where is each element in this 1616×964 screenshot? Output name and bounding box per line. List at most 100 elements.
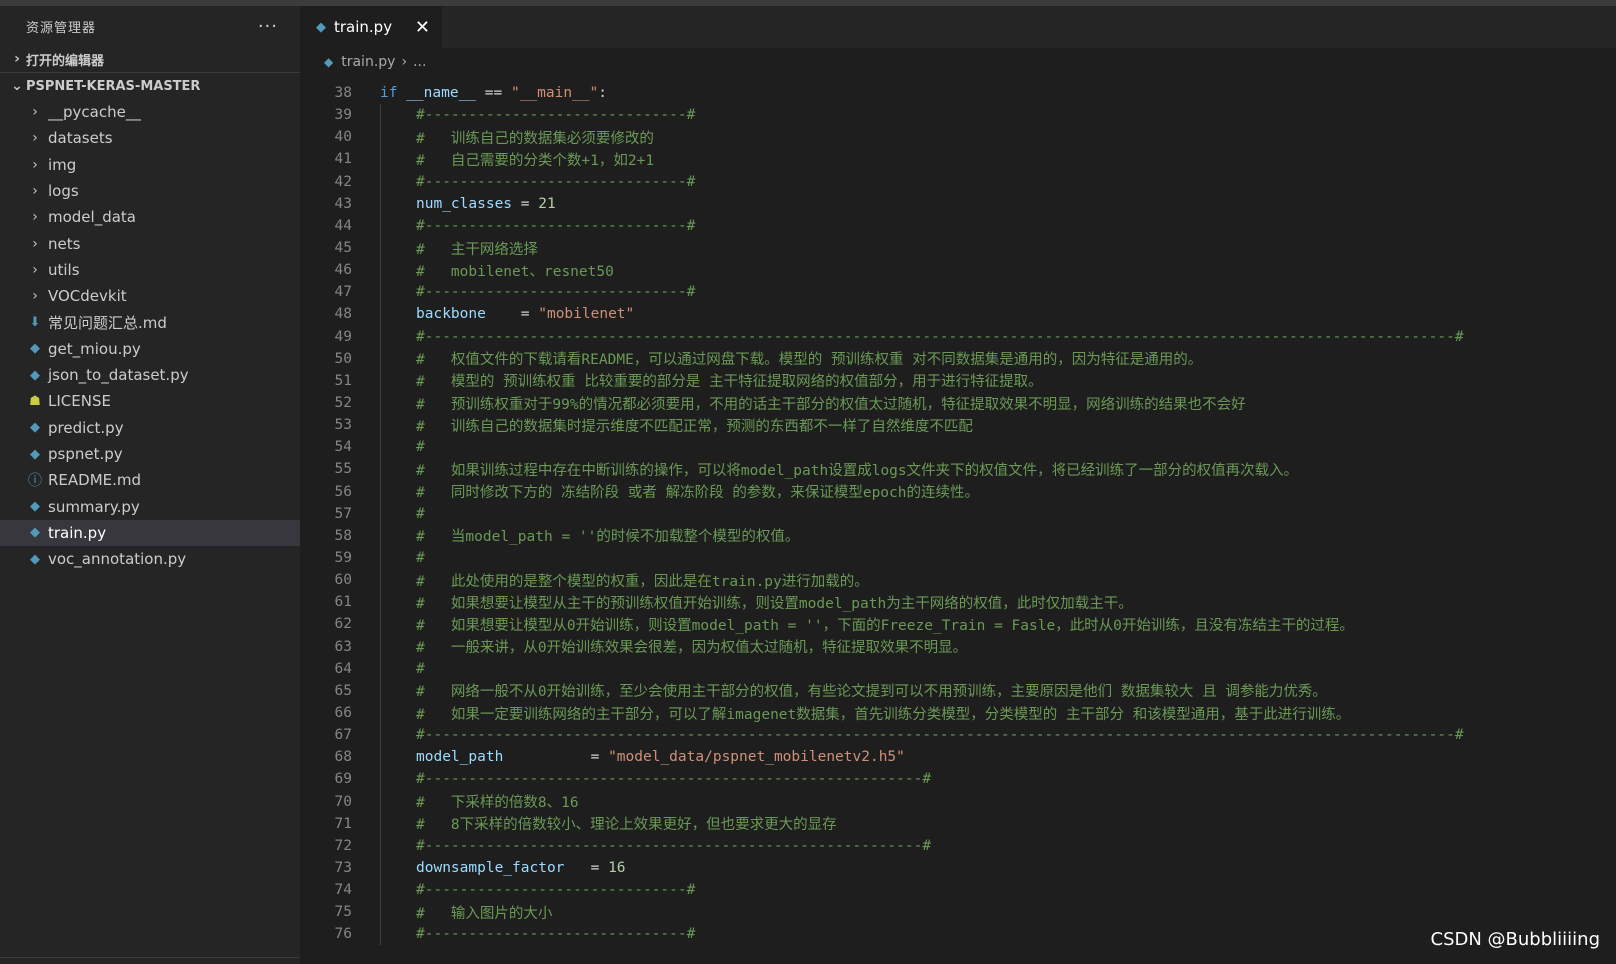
code-token: #---------------------------------------… <box>416 837 932 854</box>
code-line[interactable]: 61 # 如果想要让模型从主干的预训练权值开始训练，则设置model_path为主… <box>300 591 1616 614</box>
code-line[interactable]: 70 # 下采样的倍数8、16 <box>300 790 1616 813</box>
code-line[interactable]: 60 # 此处使用的是整个模型的权重，因此是在train.py进行加载的。 <box>300 569 1616 592</box>
code-text: # 8下采样的倍数较小、理论上效果更好，但也要求更大的显存 <box>416 813 837 834</box>
code-line[interactable]: 45 # 主干网络选择 <box>300 236 1616 260</box>
indent-guide <box>380 613 416 636</box>
indent-guide <box>380 436 416 459</box>
code-line[interactable]: 52 # 预训练权重对于99%的情况都必须要用，不用的话主干部分的权值太过随机，特… <box>300 391 1616 415</box>
code-line[interactable]: 73 downsample_factor = 16 <box>300 856 1616 880</box>
code-text: # <box>416 550 425 566</box>
code-line[interactable]: 59 # <box>300 546 1616 570</box>
code-line[interactable]: 54 # <box>300 436 1616 459</box>
breadcrumb-symbol[interactable]: ... <box>413 54 426 70</box>
chevron-right-icon: › <box>32 104 38 121</box>
code-line[interactable]: 58 # 当model_path = ''的时候不加载整个模型的权值。 <box>300 524 1616 547</box>
code-line[interactable]: 64 # <box>300 657 1616 680</box>
code-line[interactable]: 66 # 如果一定要训练网络的主干部分，可以了解imagenet数据集，首先训练分… <box>300 701 1616 725</box>
tab-label: train.py <box>334 18 393 36</box>
code-text: # 训练自己的数据集必须要修改的 <box>416 127 654 148</box>
code-line[interactable]: 69 #-------------------------------------… <box>300 768 1616 791</box>
code-line[interactable]: 38 if __name__ == "__main__": <box>300 82 1616 104</box>
file-item[interactable]: ◆ pspnet.py <box>0 441 300 467</box>
file-item[interactable]: ◆ json_to_dataset.py <box>0 362 300 388</box>
more-actions-icon[interactable]: ··· <box>258 16 278 37</box>
folder-item[interactable]: › utils <box>0 257 300 283</box>
code-line[interactable]: 65 # 网络一般不从0开始训练，至少会使用主干部分的权值，有些论文提到可以不用预… <box>300 679 1616 702</box>
code-line[interactable]: 43 num_classes = 21 <box>300 192 1616 215</box>
line-number: 42 <box>334 173 352 190</box>
code-line[interactable]: 75 # 输入图片的大小 <box>300 901 1616 924</box>
project-section[interactable]: ⌄ PSPNET-KERAS-MASTER <box>0 72 300 99</box>
folder-item[interactable]: › logs <box>0 178 300 204</box>
info-icon: ⓘ <box>28 473 42 490</box>
code-line[interactable]: 68 model_path = "model_data/pspnet_mobile… <box>300 746 1616 769</box>
close-icon[interactable]: ✕ <box>415 17 430 38</box>
code-text: # 训练自己的数据集时提示维度不匹配正常，预测的东西都不一样了自然维度不匹配 <box>416 415 973 436</box>
code-line[interactable]: 62 # 如果想要让模型从0开始训练，则设置model_path = ''，下面的… <box>300 613 1616 636</box>
chevron-right-icon: › <box>32 130 38 147</box>
markdown-file-icon: ⬇ <box>29 315 41 331</box>
folder-item[interactable]: › __pycache__ <box>0 99 300 125</box>
code-line[interactable]: 76 #------------------------------# <box>300 923 1616 946</box>
file-item[interactable]: ⬇ 常见问题汇总.md <box>0 309 300 335</box>
code-line[interactable]: 74 #------------------------------# <box>300 879 1616 902</box>
file-item[interactable]: ◆ predict.py <box>0 415 300 441</box>
tab-train-py[interactable]: ◆ train.py ✕ <box>300 6 442 48</box>
code-text: # <box>416 506 425 522</box>
code-line[interactable]: 72 #-------------------------------------… <box>300 834 1616 857</box>
indent-guide <box>380 546 416 570</box>
file-item[interactable]: ⓘ README.md <box>0 467 300 493</box>
file-item[interactable]: ◆ get_miou.py <box>0 336 300 362</box>
code-token: = <box>564 859 609 876</box>
line-number: 60 <box>334 572 352 589</box>
file-item[interactable]: ◆ summary.py <box>0 493 300 519</box>
code-line[interactable]: 42 #------------------------------# <box>300 170 1616 193</box>
folder-item[interactable]: › nets <box>0 230 300 256</box>
code-line[interactable]: 48 backbone = "mobilenet" <box>300 303 1616 326</box>
indent-guide <box>380 458 416 481</box>
code-line[interactable]: 44 #------------------------------# <box>300 214 1616 237</box>
python-file-icon: ◆ <box>30 341 40 357</box>
indent-guide <box>380 901 416 924</box>
file-item[interactable]: ☗ LICENSE <box>0 388 300 414</box>
code-line[interactable]: 40 # 训练自己的数据集必须要修改的 <box>300 126 1616 149</box>
code-line[interactable]: 41 # 自己需要的分类个数+1，如2+1 <box>300 148 1616 171</box>
code-line[interactable]: 47 #------------------------------# <box>300 281 1616 304</box>
indent-guide <box>380 701 416 725</box>
line-number: 75 <box>334 904 352 921</box>
code-text: # 一般来讲，从0开始训练效果会很差，因为权值太过随机，特征提取效果不明显。 <box>416 636 967 657</box>
file-item[interactable]: ◆ train.py <box>0 519 300 547</box>
code-editor[interactable]: 38 if __name__ == "__main__": 39 #---------… <box>300 82 1616 946</box>
indent-guide <box>380 369 416 392</box>
code-line[interactable]: 53 # 训练自己的数据集时提示维度不匹配正常，预测的东西都不一样了自然维度不匹配 <box>300 414 1616 437</box>
folder-item[interactable]: › datasets <box>0 125 300 151</box>
code-token: # 预训练权重对于99%的情况都必须要用，不用的话主干部分的权值太过随机，特征提… <box>416 396 1246 413</box>
code-line[interactable]: 55 # 如果训练过程中存在中断训练的操作，可以将model_path设置成log… <box>300 458 1616 481</box>
line-number: 40 <box>334 129 352 146</box>
open-editors-section[interactable]: › 打开的编辑器 <box>0 46 300 72</box>
folder-item[interactable]: › VOCdevkit <box>0 283 300 309</box>
tree-item-label: voc_annotation.py <box>48 550 187 569</box>
code-line[interactable]: 39 #------------------------------# <box>300 104 1616 127</box>
indent-guide <box>380 569 416 592</box>
file-item[interactable]: ◆ voc_annotation.py <box>0 546 300 572</box>
line-number: 57 <box>334 505 352 522</box>
code-line[interactable]: 67 #-------------------------------------… <box>300 724 1616 747</box>
code-text: #------------------------------# <box>416 926 695 942</box>
code-text: # 此处使用的是整个模型的权重，因此是在train.py进行加载的。 <box>416 570 869 591</box>
code-line[interactable]: 71 # 8下采样的倍数较小、理论上效果更好，但也要求更大的显存 <box>300 812 1616 835</box>
code-line[interactable]: 50 # 权值文件的下载请看README，可以通过网盘下载。模型的 预训练权重 对… <box>300 347 1616 370</box>
code-line[interactable]: 49 #-------------------------------------… <box>300 325 1616 348</box>
code-line[interactable]: 57 # <box>300 502 1616 525</box>
python-file-icon: ◆ <box>30 525 40 541</box>
breadcrumb-file[interactable]: train.py <box>341 54 395 70</box>
folder-item[interactable]: › model_data <box>0 204 300 230</box>
indent-guide <box>380 790 416 813</box>
code-line[interactable]: 63 # 一般来讲，从0开始训练效果会很差，因为权值太过随机，特征提取效果不明显。 <box>300 635 1616 658</box>
code-text: if __name__ == "__main__": <box>380 85 607 101</box>
code-line[interactable]: 56 # 同时修改下方的 冻结阶段 或者 解冻阶段 的参数，来保证模型epoch的… <box>300 480 1616 503</box>
code-text: #---------------------------------------… <box>416 838 931 854</box>
code-line[interactable]: 46 # mobilenet、resnet50 <box>300 259 1616 282</box>
code-line[interactable]: 51 # 模型的 预训练权重 比较重要的部分是 主干特征提取网络的权值部分，用于进… <box>300 369 1616 392</box>
folder-item[interactable]: › img <box>0 152 300 178</box>
